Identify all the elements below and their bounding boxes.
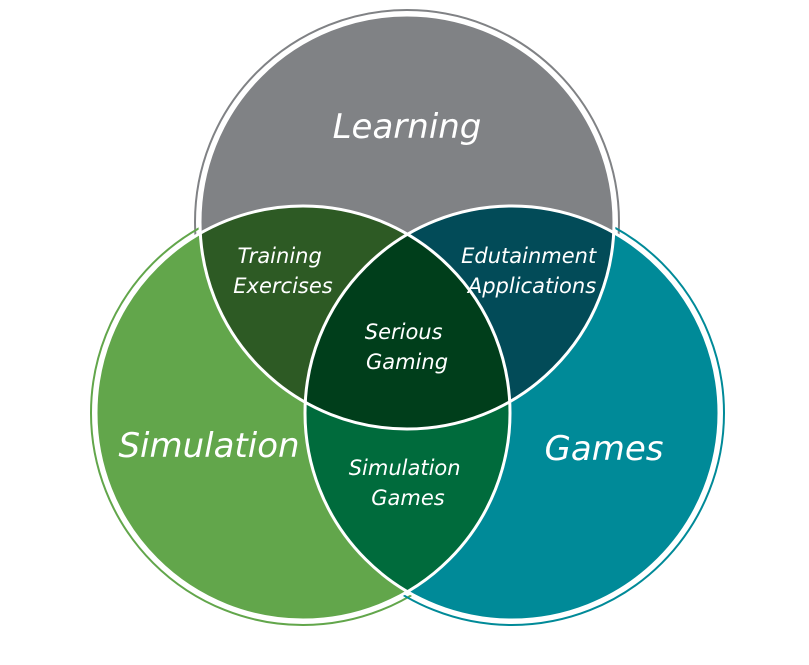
simulation-games-line-1: Simulation — [349, 456, 461, 480]
games-label: Games — [545, 429, 664, 469]
serious-gaming-line-1: Serious — [365, 320, 443, 344]
learning-label: Learning — [333, 107, 482, 147]
simulation-label: Simulation — [118, 426, 299, 466]
edutainment-applications-line-2: Applications — [466, 274, 596, 298]
simulation-games-line-2: Games — [371, 486, 445, 510]
training-exercises-line-1: Training — [237, 244, 321, 268]
venn-diagram: Learning Simulation Games Training Exerc… — [90, 9, 725, 626]
training-exercises-line-2: Exercises — [233, 274, 332, 298]
serious-gaming-line-2: Gaming — [366, 350, 448, 374]
edutainment-applications-line-1: Edutainment — [461, 244, 597, 268]
